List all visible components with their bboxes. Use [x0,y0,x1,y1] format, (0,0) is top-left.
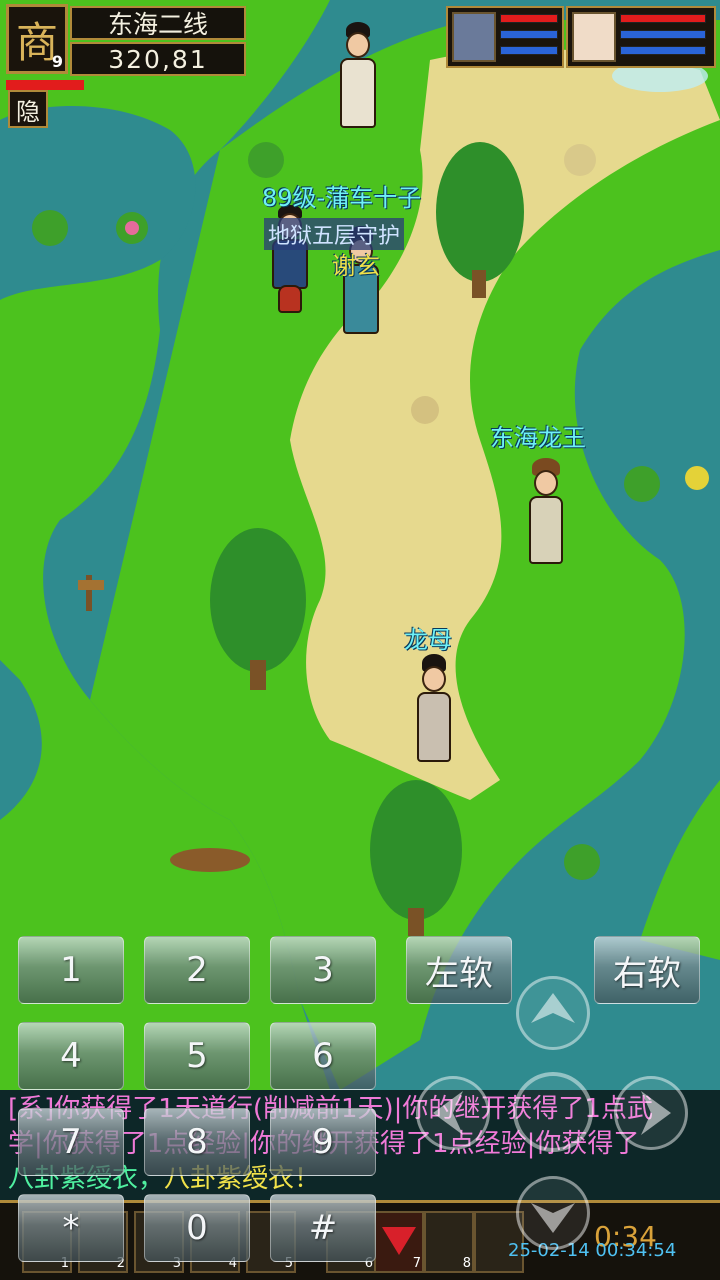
map-coordinates: 320,81 [70,42,246,76]
key-star[interactable]: * [18,1194,124,1262]
key-9[interactable]: 9 [270,1108,376,1176]
key-2[interactable]: 2 [144,936,250,1004]
map-name[interactable]: 东海二线 [70,6,246,40]
key-6[interactable]: 6 [270,1022,376,1090]
npc-winged-guardian[interactable] [336,22,380,132]
player-level: 9 [51,52,63,71]
player-portrait [572,12,616,62]
key-5[interactable]: 5 [144,1022,250,1090]
player-character[interactable] [414,654,454,766]
chevron-up-icon [531,993,575,1023]
player-hp-status-bar [620,14,706,23]
player-mp-status-bar [620,30,706,39]
dpad-right[interactable] [614,1076,688,1150]
npc-level-title: 89级-蒲车十子 [262,184,422,212]
key-4[interactable]: 4 [18,1022,124,1090]
key-3[interactable]: 3 [270,936,376,1004]
npc-name-dragon-king: 东海龙王 [490,424,586,452]
npc-dragon-king[interactable] [526,458,566,568]
key-0[interactable]: 0 [144,1194,250,1262]
pet-status-panel[interactable] [446,6,564,68]
player-info-panel: 商 9 东海二线 320,81 [6,4,246,78]
pet-portrait [452,12,496,62]
right-soft-key[interactable]: 右软 [594,936,700,1004]
skill-slot[interactable]: 7 [374,1211,424,1273]
player-name: 龙母 [404,626,452,654]
player-status-panel[interactable] [566,6,716,68]
npc-name-partial: 谢玄 [332,252,380,280]
pet-hp-bar [500,14,558,23]
chevron-left-icon [433,1091,463,1135]
key-7[interactable]: 7 [18,1108,124,1176]
slot-number: 8 [462,1256,471,1271]
player-exp-status-bar [620,46,706,55]
hide-button[interactable]: 隐 [8,90,48,128]
dpad-left[interactable] [416,1076,490,1150]
dpad-ok[interactable] [513,1072,593,1152]
skill-slot[interactable]: 8 [424,1211,474,1273]
slot-number: 7 [412,1256,421,1271]
key-1[interactable]: 1 [18,936,124,1004]
chevron-down-icon [531,1203,575,1233]
player-hp-bar [6,80,84,90]
left-soft-key[interactable]: 左软 [406,936,512,1004]
key-hash[interactable]: # [270,1194,376,1262]
key-8[interactable]: 8 [144,1108,250,1176]
pet-exp-bar [500,46,558,55]
player-avatar[interactable]: 商 9 [6,4,68,74]
chevron-right-icon [641,1091,671,1135]
pet-mp-bar [500,30,558,39]
dpad-down[interactable] [516,1176,590,1250]
dpad-up[interactable] [516,976,590,1050]
